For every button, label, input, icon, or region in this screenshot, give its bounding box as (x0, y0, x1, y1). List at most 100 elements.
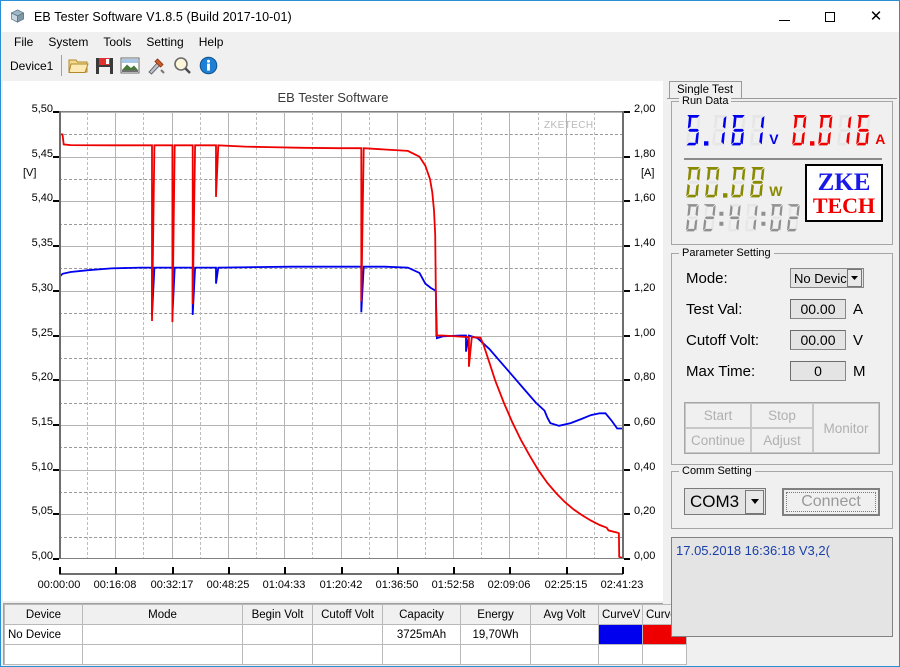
mode-select[interactable]: No Device (790, 268, 864, 288)
plot-area[interactable]: ZKETECH (59, 111, 623, 559)
y-axis-tick-label: 5,20 (31, 371, 53, 383)
table-header-cutoff-volt[interactable]: Cutoff Volt (312, 604, 383, 625)
log-output[interactable]: 17.05.2018 16:36:18 V3,2( (671, 537, 893, 637)
table-header-energy[interactable]: Energy (460, 604, 531, 625)
results-table[interactable]: Device Mode Begin Volt Cutoff Volt Capacity E… (3, 603, 687, 665)
table-header-device[interactable]: Device (4, 604, 83, 625)
window-title: EB Tester Software V1.8.5 (Build 2017-10… (34, 9, 292, 24)
com-port-select[interactable]: COM3 (684, 488, 766, 515)
y2-axis-tick-label: 1,40 (634, 237, 656, 249)
y2-axis-tick (624, 335, 630, 337)
table-row[interactable] (4, 644, 687, 665)
y-axis-tick-label: 5,05 (31, 505, 53, 517)
table-header-capacity[interactable]: Capacity (382, 604, 461, 625)
menu-item-tools[interactable]: Tools (96, 34, 139, 50)
y-axis-tick-label: 5,25 (31, 327, 53, 339)
y2-axis-tick-label: 1,00 (634, 327, 656, 339)
magnifier-icon[interactable] (169, 53, 195, 79)
close-button[interactable]: ✕ (853, 1, 899, 32)
y2-axis-tick-label: 0,60 (634, 416, 656, 428)
menu-item-setting[interactable]: Setting (139, 34, 191, 50)
open-folder-icon[interactable] (65, 53, 91, 79)
table-header-begin-volt[interactable]: Begin Volt (242, 604, 313, 625)
menu-item-help[interactable]: Help (192, 34, 232, 50)
max-time-input[interactable]: 0 (790, 361, 846, 381)
y-axis-tick-label: 5,45 (31, 148, 53, 160)
monitor-button[interactable]: Monitor (813, 403, 879, 453)
tools-icon[interactable] (143, 53, 169, 79)
adjust-button[interactable]: Adjust (751, 428, 813, 453)
y2-axis-tick-label: 1,80 (634, 148, 656, 160)
connect-button[interactable]: Connect (782, 488, 880, 516)
cutoff-volt-unit: V (853, 331, 864, 349)
current-segments (790, 114, 873, 147)
stop-button[interactable]: Stop (751, 403, 813, 428)
com-port-value: COM3 (690, 491, 740, 511)
table-header-avg-volt[interactable]: Avg Volt (530, 604, 599, 625)
start-button[interactable]: Start (685, 403, 751, 428)
y-axis-tick-label: 5,00 (31, 550, 53, 562)
voltage-unit: V (769, 131, 779, 147)
menu-item-file[interactable]: File (7, 34, 41, 50)
save-floppy-icon[interactable] (91, 53, 117, 79)
y-axis-tick (53, 245, 59, 247)
chevron-down-icon[interactable] (847, 269, 862, 287)
chart-panel[interactable]: EB Tester Software [V] [A] ZKETECH 5,50 5… (3, 81, 663, 601)
y-axis-tick-label: 5,15 (31, 416, 53, 428)
cutoff-volt-input[interactable]: 00.00 (790, 330, 846, 350)
table-cell-mode (82, 644, 243, 665)
y2-axis-tick-label: 0,20 (634, 505, 656, 517)
table-cell-curvev (598, 644, 643, 665)
maximize-button[interactable] (807, 1, 853, 32)
power-unit: W (769, 183, 783, 199)
minimize-button[interactable] (761, 1, 807, 32)
y2-axis-tick (624, 424, 630, 426)
y-axis-unit-label: [V] (23, 167, 37, 179)
table-cell-begin-volt (242, 624, 313, 645)
y-axis-tick (53, 156, 59, 158)
y2-axis-tick (624, 245, 630, 247)
menu-item-system[interactable]: System (41, 34, 96, 50)
table-cell-cutoff-volt (312, 644, 383, 665)
mode-label: Mode: (686, 269, 728, 287)
comm-setting-legend: Comm Setting (679, 465, 755, 477)
mode-value: No Device (794, 270, 847, 286)
table-cell-energy: 19,70Wh (460, 624, 531, 645)
test-val-input[interactable]: 00.00 (790, 299, 846, 319)
chevron-down-icon[interactable] (745, 489, 764, 514)
table-cell-capacity: 3725mAh (382, 624, 461, 645)
table-cell-avg-volt (530, 624, 599, 645)
run-data-group: Run Data V A W ZKE TECH (671, 95, 893, 245)
table-header-curvev[interactable]: CurveV (598, 604, 643, 625)
y2-axis-unit-label: [A] (641, 167, 655, 179)
current-unit: A (875, 131, 886, 147)
series-line-current (59, 133, 623, 558)
run-data-legend: Run Data (679, 95, 732, 107)
time-readout (684, 203, 802, 233)
test-val-unit: A (853, 300, 864, 318)
y-axis-tick-label: 5,40 (31, 192, 53, 204)
y2-axis-tick-label: 2,00 (634, 103, 656, 115)
continue-button[interactable]: Continue (685, 428, 751, 453)
info-icon[interactable] (195, 53, 221, 79)
device-tab[interactable]: Device1 (3, 56, 60, 75)
logo-zke-text: ZKE (817, 168, 871, 196)
table-header-row: Device Mode Begin Volt Cutoff Volt Capacity E… (4, 604, 687, 625)
test-val-label: Test Val: (686, 300, 743, 318)
readout-divider (684, 158, 882, 160)
y-axis-tick-label: 5,50 (31, 103, 53, 115)
y-axis-line (59, 111, 61, 559)
table-cell-cutoff-volt (312, 624, 383, 645)
y2-axis-tick (624, 290, 630, 292)
x-axis-tick (566, 567, 568, 574)
y-axis-tick (53, 513, 59, 515)
y2-axis-tick-label: 1,20 (634, 282, 656, 294)
table-header-mode[interactable]: Mode (82, 604, 243, 625)
x-axis-tick (228, 567, 230, 574)
x-axis-tick (341, 567, 343, 574)
y-axis-tick-label: 5,30 (31, 282, 53, 294)
picture-icon[interactable] (117, 53, 143, 79)
y2-axis-tick-label: 0,40 (634, 461, 656, 473)
table-row[interactable]: No Device 3725mAh 19,70Wh (4, 624, 687, 645)
x-axis-tick (622, 567, 624, 574)
